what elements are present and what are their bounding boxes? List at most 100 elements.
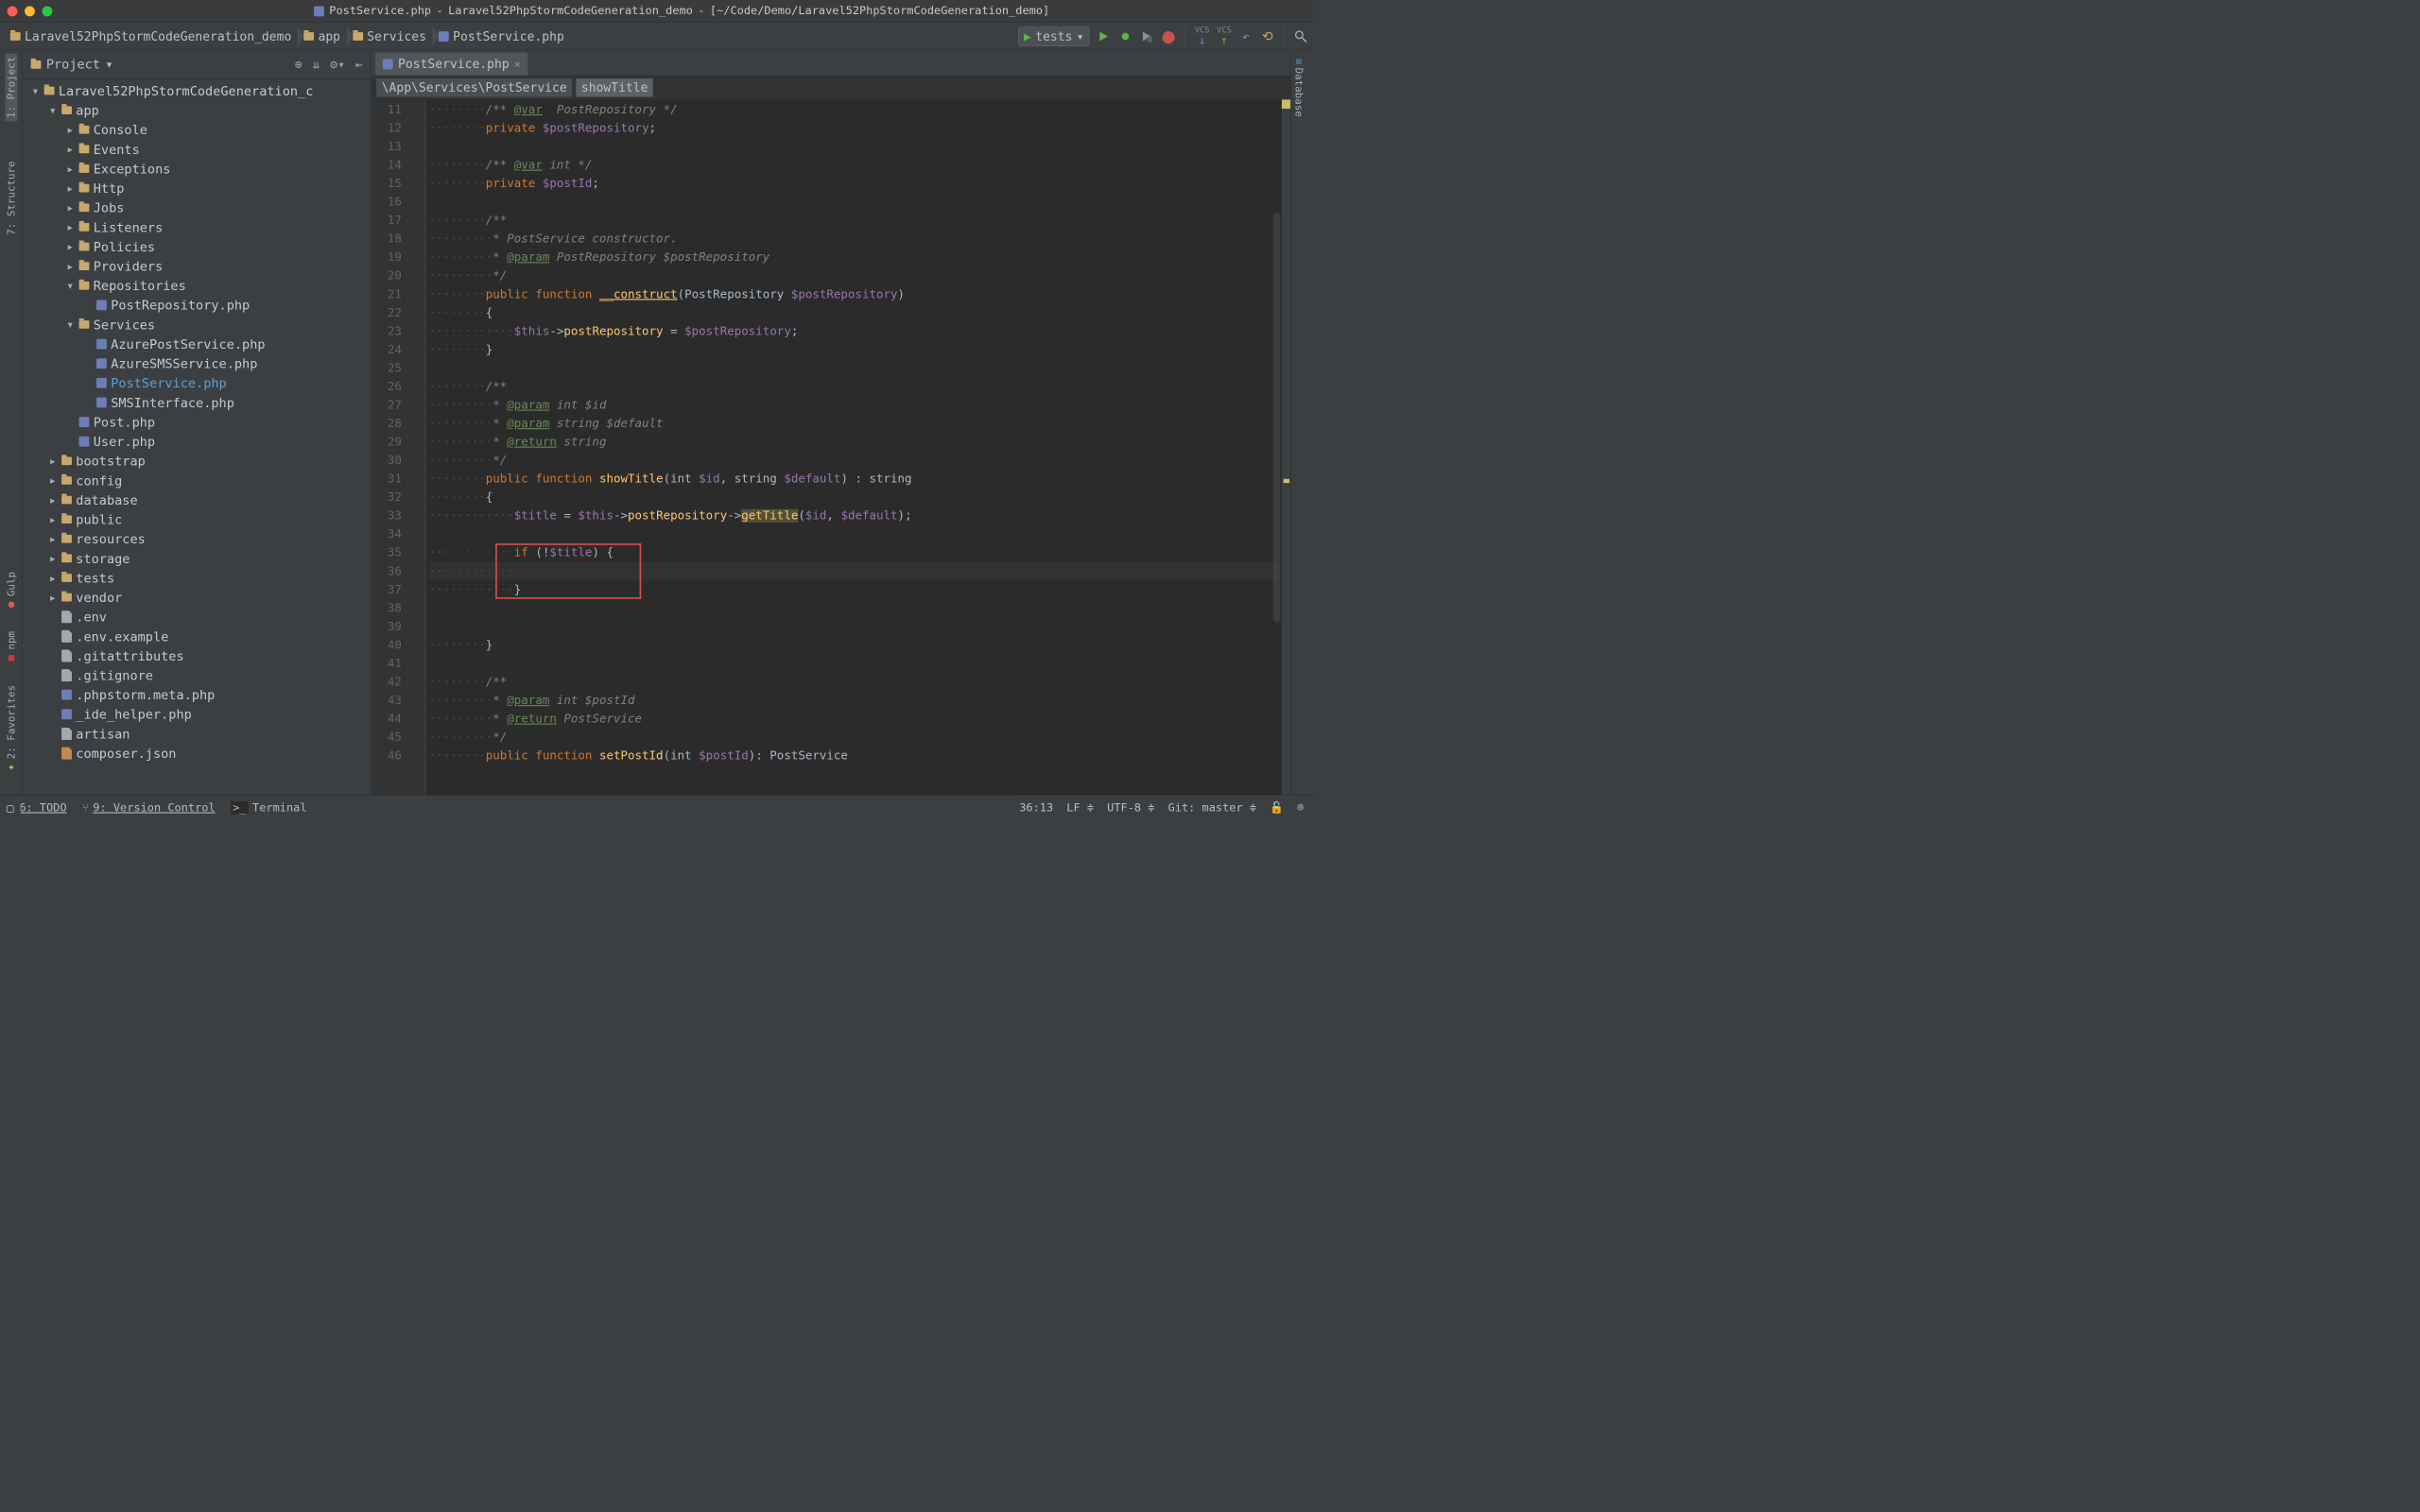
- zoom-window-button[interactable]: [42, 6, 52, 16]
- vcs-update-button[interactable]: VCS↓: [1195, 26, 1210, 46]
- project-tree[interactable]: ▼Laravel52PhpStormCodeGeneration_c▼app▶C…: [23, 79, 371, 765]
- expand-arrow-icon[interactable]: ▶: [68, 183, 76, 193]
- tree-item[interactable]: ▼Services: [23, 315, 371, 335]
- expand-arrow-icon[interactable]: ▶: [50, 514, 58, 524]
- tree-item[interactable]: _ide_helper.php: [23, 705, 371, 725]
- tool-window-gulp[interactable]: ●Gulp: [5, 569, 17, 615]
- run-configuration-selector[interactable]: ▶tests▾: [1018, 26, 1090, 46]
- status-version-control[interactable]: ⑂9: Version Control: [82, 801, 216, 815]
- vertical-scrollbar[interactable]: [1273, 213, 1281, 623]
- tree-item[interactable]: ▶public: [23, 509, 371, 529]
- tree-item[interactable]: ▶Providers: [23, 256, 371, 276]
- lock-icon[interactable]: 🔓: [1270, 801, 1284, 815]
- tree-item[interactable]: ▶bootstrap: [23, 451, 371, 471]
- breadcrumb-services[interactable]: Services: [348, 26, 434, 45]
- settings-gear-icon[interactable]: ⚙▾: [330, 57, 345, 71]
- scroll-to-source-icon[interactable]: ⊕: [295, 57, 302, 71]
- git-branch[interactable]: Git: master ≑: [1168, 801, 1256, 815]
- run-coverage-button[interactable]: [1140, 29, 1154, 43]
- tree-item[interactable]: ▶Listeners: [23, 217, 371, 237]
- expand-arrow-icon[interactable]: ▶: [50, 573, 58, 582]
- warning-marker[interactable]: [1284, 479, 1290, 483]
- line-number-gutter[interactable]: 1112131415161718192021222324252627282930…: [372, 99, 407, 795]
- minimize-window-button[interactable]: [25, 6, 35, 16]
- editor-tab-postservice[interactable]: PostService.php ×: [375, 53, 527, 76]
- tree-item[interactable]: AzurePostService.php: [23, 335, 371, 354]
- expand-arrow-icon[interactable]: ▶: [68, 261, 76, 270]
- tree-item[interactable]: ▶config: [23, 471, 371, 490]
- expand-arrow-icon[interactable]: ▶: [68, 163, 76, 173]
- breadcrumb-project[interactable]: Laravel52PhpStormCodeGeneration_demo: [5, 26, 298, 45]
- tree-item[interactable]: ▶Http: [23, 179, 371, 198]
- editor-crumb-method[interactable]: showTitle: [576, 78, 652, 97]
- expand-arrow-icon[interactable]: ▶: [68, 203, 76, 213]
- tree-item[interactable]: Post.php: [23, 412, 371, 432]
- editor-crumb-class[interactable]: \App\Services\PostService: [376, 78, 572, 97]
- search-everywhere-button[interactable]: [1293, 29, 1307, 43]
- tree-item[interactable]: composer.json: [23, 744, 371, 764]
- tree-item[interactable]: AzureSMSService.php: [23, 353, 371, 373]
- expand-arrow-icon[interactable]: ▶: [50, 554, 58, 563]
- tool-window-structure[interactable]: 7: Structure: [5, 158, 17, 238]
- tree-item[interactable]: PostService.php: [23, 373, 371, 393]
- tree-item[interactable]: PostRepository.php: [23, 296, 371, 316]
- vcs-commit-button[interactable]: VCS↑: [1217, 26, 1232, 46]
- tree-item[interactable]: .phpstorm.meta.php: [23, 685, 371, 705]
- collapse-all-icon[interactable]: ⇊: [313, 57, 320, 71]
- tree-item[interactable]: User.php: [23, 432, 371, 452]
- debug-button[interactable]: [1118, 29, 1132, 43]
- tree-item[interactable]: ▶database: [23, 490, 371, 510]
- tool-window-toggle-icon[interactable]: ▢: [0, 795, 21, 820]
- project-view-selector[interactable]: Project ▾: [31, 57, 288, 72]
- expand-arrow-icon[interactable]: ▶: [50, 534, 58, 543]
- status-terminal[interactable]: >_Terminal: [231, 801, 307, 815]
- tree-item[interactable]: artisan: [23, 724, 371, 744]
- tree-item[interactable]: .env.example: [23, 627, 371, 646]
- expand-arrow-icon[interactable]: ▼: [33, 86, 41, 95]
- tree-item[interactable]: ▶Exceptions: [23, 159, 371, 179]
- tool-window-npm[interactable]: ■npm: [5, 628, 17, 668]
- vcs-revert-button[interactable]: ⟲: [1260, 29, 1274, 43]
- expand-arrow-icon[interactable]: ▶: [50, 456, 58, 466]
- tree-item[interactable]: ▶vendor: [23, 588, 371, 608]
- tree-item[interactable]: ▶tests: [23, 568, 371, 588]
- code-text[interactable]: ········/** @var PostRepository */······…: [425, 99, 1281, 795]
- expand-arrow-icon[interactable]: ▼: [68, 281, 76, 290]
- expand-arrow-icon[interactable]: ▶: [68, 125, 76, 134]
- vcs-history-button[interactable]: ↶: [1238, 29, 1253, 43]
- expand-arrow-icon[interactable]: ▶: [50, 495, 58, 505]
- tree-item[interactable]: ▼Laravel52PhpStormCodeGeneration_c: [23, 81, 371, 101]
- tool-window-favorites[interactable]: ★2: Favorites: [5, 681, 17, 777]
- file-encoding[interactable]: UTF-8 ≑: [1107, 801, 1154, 815]
- tree-item[interactable]: ▶Events: [23, 140, 371, 160]
- close-tab-icon[interactable]: ×: [514, 58, 521, 70]
- tree-item[interactable]: ▼Repositories: [23, 276, 371, 296]
- expand-arrow-icon[interactable]: ▶: [68, 242, 76, 251]
- breadcrumb-app[interactable]: app: [299, 26, 348, 45]
- tree-item[interactable]: ▶Policies: [23, 237, 371, 257]
- expand-arrow-icon[interactable]: ▼: [50, 106, 58, 115]
- expand-arrow-icon[interactable]: ▶: [50, 475, 58, 485]
- caret-position[interactable]: 36:13: [1019, 801, 1053, 815]
- expand-arrow-icon[interactable]: ▶: [68, 222, 76, 232]
- code-area[interactable]: 1112131415161718192021222324252627282930…: [372, 99, 1290, 795]
- tree-item[interactable]: SMSInterface.php: [23, 393, 371, 413]
- analysis-status-icon[interactable]: [1282, 99, 1290, 109]
- breadcrumb-file[interactable]: PostService.php: [434, 26, 572, 45]
- expand-arrow-icon[interactable]: ▶: [68, 145, 76, 154]
- tool-window-database[interactable]: ≡Database: [1291, 56, 1307, 121]
- tree-item[interactable]: ▼app: [23, 100, 371, 120]
- close-window-button[interactable]: [8, 6, 18, 16]
- tool-window-project[interactable]: 1: Project: [5, 53, 17, 121]
- hide-panel-icon[interactable]: ⇤: [355, 57, 363, 71]
- tree-item[interactable]: .gitattributes: [23, 646, 371, 666]
- tree-item[interactable]: ▶storage: [23, 549, 371, 569]
- tree-item[interactable]: ▶Jobs: [23, 198, 371, 217]
- fold-gutter[interactable]: [407, 99, 426, 795]
- hector-icon[interactable]: ☻: [1297, 801, 1304, 815]
- run-button[interactable]: [1097, 29, 1111, 43]
- tree-item[interactable]: .env: [23, 607, 371, 627]
- tree-item[interactable]: .gitignore: [23, 665, 371, 685]
- tree-item[interactable]: ▶Console: [23, 120, 371, 140]
- stop-button[interactable]: ⬤: [1162, 29, 1176, 43]
